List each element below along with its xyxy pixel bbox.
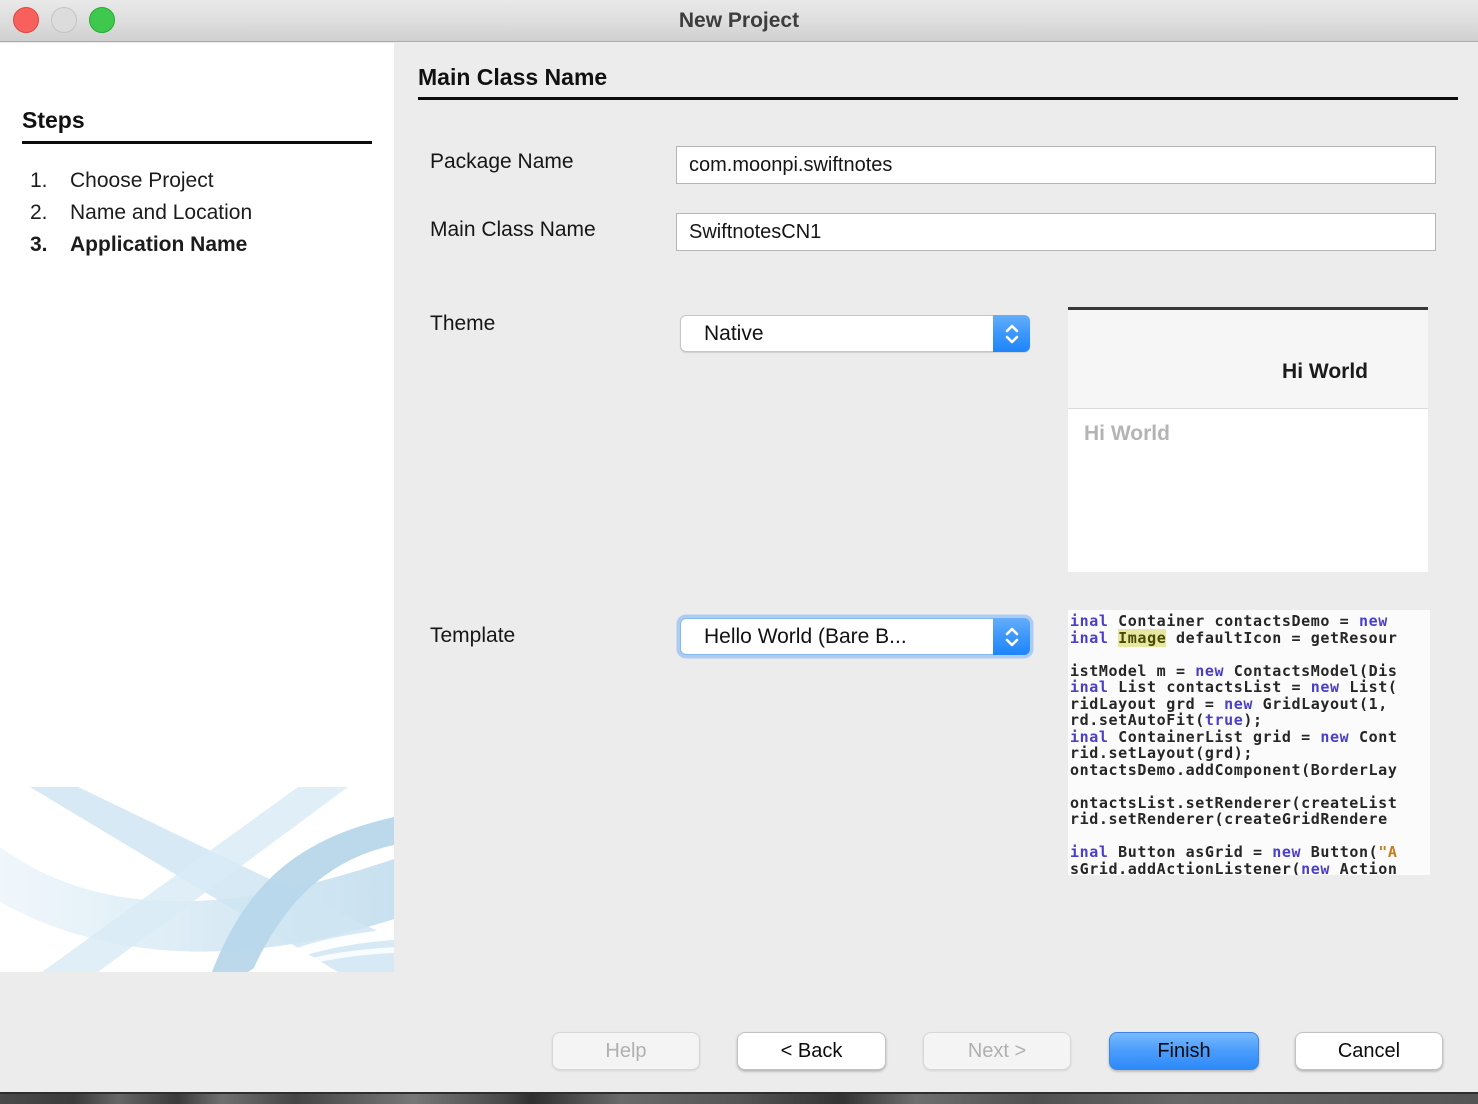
help-button: Help	[552, 1032, 700, 1070]
steps-heading: Steps	[22, 107, 85, 134]
theme-preview-title-text: Hi World	[1282, 360, 1368, 384]
template-dropdown[interactable]: Hello World (Bare B...	[680, 618, 1030, 655]
theme-preview-image: Hi World Hi World	[1068, 307, 1428, 572]
step-item-choose-project: 1. Choose Project	[30, 165, 252, 197]
dropdown-arrows-icon	[993, 618, 1030, 655]
watermark-swoosh-graphic	[0, 787, 394, 972]
template-dropdown-value: Hello World (Bare B...	[704, 619, 907, 654]
step-label: Application Name	[70, 229, 247, 261]
template-code-preview-image: inal Container contactsDemo = newinal Im…	[1068, 610, 1430, 875]
page-title: Main Class Name	[418, 64, 607, 91]
template-label: Template	[430, 624, 515, 648]
main-class-name-label: Main Class Name	[430, 218, 596, 242]
step-number: 1.	[30, 165, 70, 197]
step-number: 3.	[30, 229, 70, 261]
window-title: New Project	[0, 0, 1478, 42]
steps-list: 1. Choose Project 2. Name and Location 3…	[30, 165, 252, 261]
back-button[interactable]: < Back	[737, 1032, 886, 1070]
page-title-underline	[418, 97, 1458, 100]
cancel-button[interactable]: Cancel	[1295, 1032, 1443, 1070]
next-button: Next >	[923, 1032, 1071, 1070]
finish-button[interactable]: Finish	[1109, 1032, 1259, 1070]
dropdown-arrows-icon	[993, 315, 1030, 352]
main-class-name-input[interactable]	[676, 213, 1436, 251]
step-number: 2.	[30, 197, 70, 229]
theme-preview-body-text: Hi World	[1084, 422, 1170, 446]
titlebar: New Project	[0, 0, 1478, 42]
theme-dropdown-value: Native	[704, 316, 764, 351]
step-item-application-name-current: 3. Application Name	[30, 229, 252, 261]
new-project-dialog: New Project Steps 1. Choose Project 2. N…	[0, 0, 1478, 1104]
steps-panel: Steps 1. Choose Project 2. Name and Loca…	[0, 43, 394, 972]
step-label: Choose Project	[70, 165, 214, 197]
background-window-edge	[0, 1092, 1478, 1104]
package-name-label: Package Name	[430, 150, 574, 174]
package-name-input[interactable]	[676, 146, 1436, 184]
step-label: Name and Location	[70, 197, 252, 229]
theme-preview-titlebar: Hi World	[1068, 310, 1428, 409]
theme-dropdown[interactable]: Native	[680, 315, 1030, 352]
steps-heading-underline	[22, 141, 372, 144]
theme-label: Theme	[430, 312, 495, 336]
step-item-name-and-location: 2. Name and Location	[30, 197, 252, 229]
